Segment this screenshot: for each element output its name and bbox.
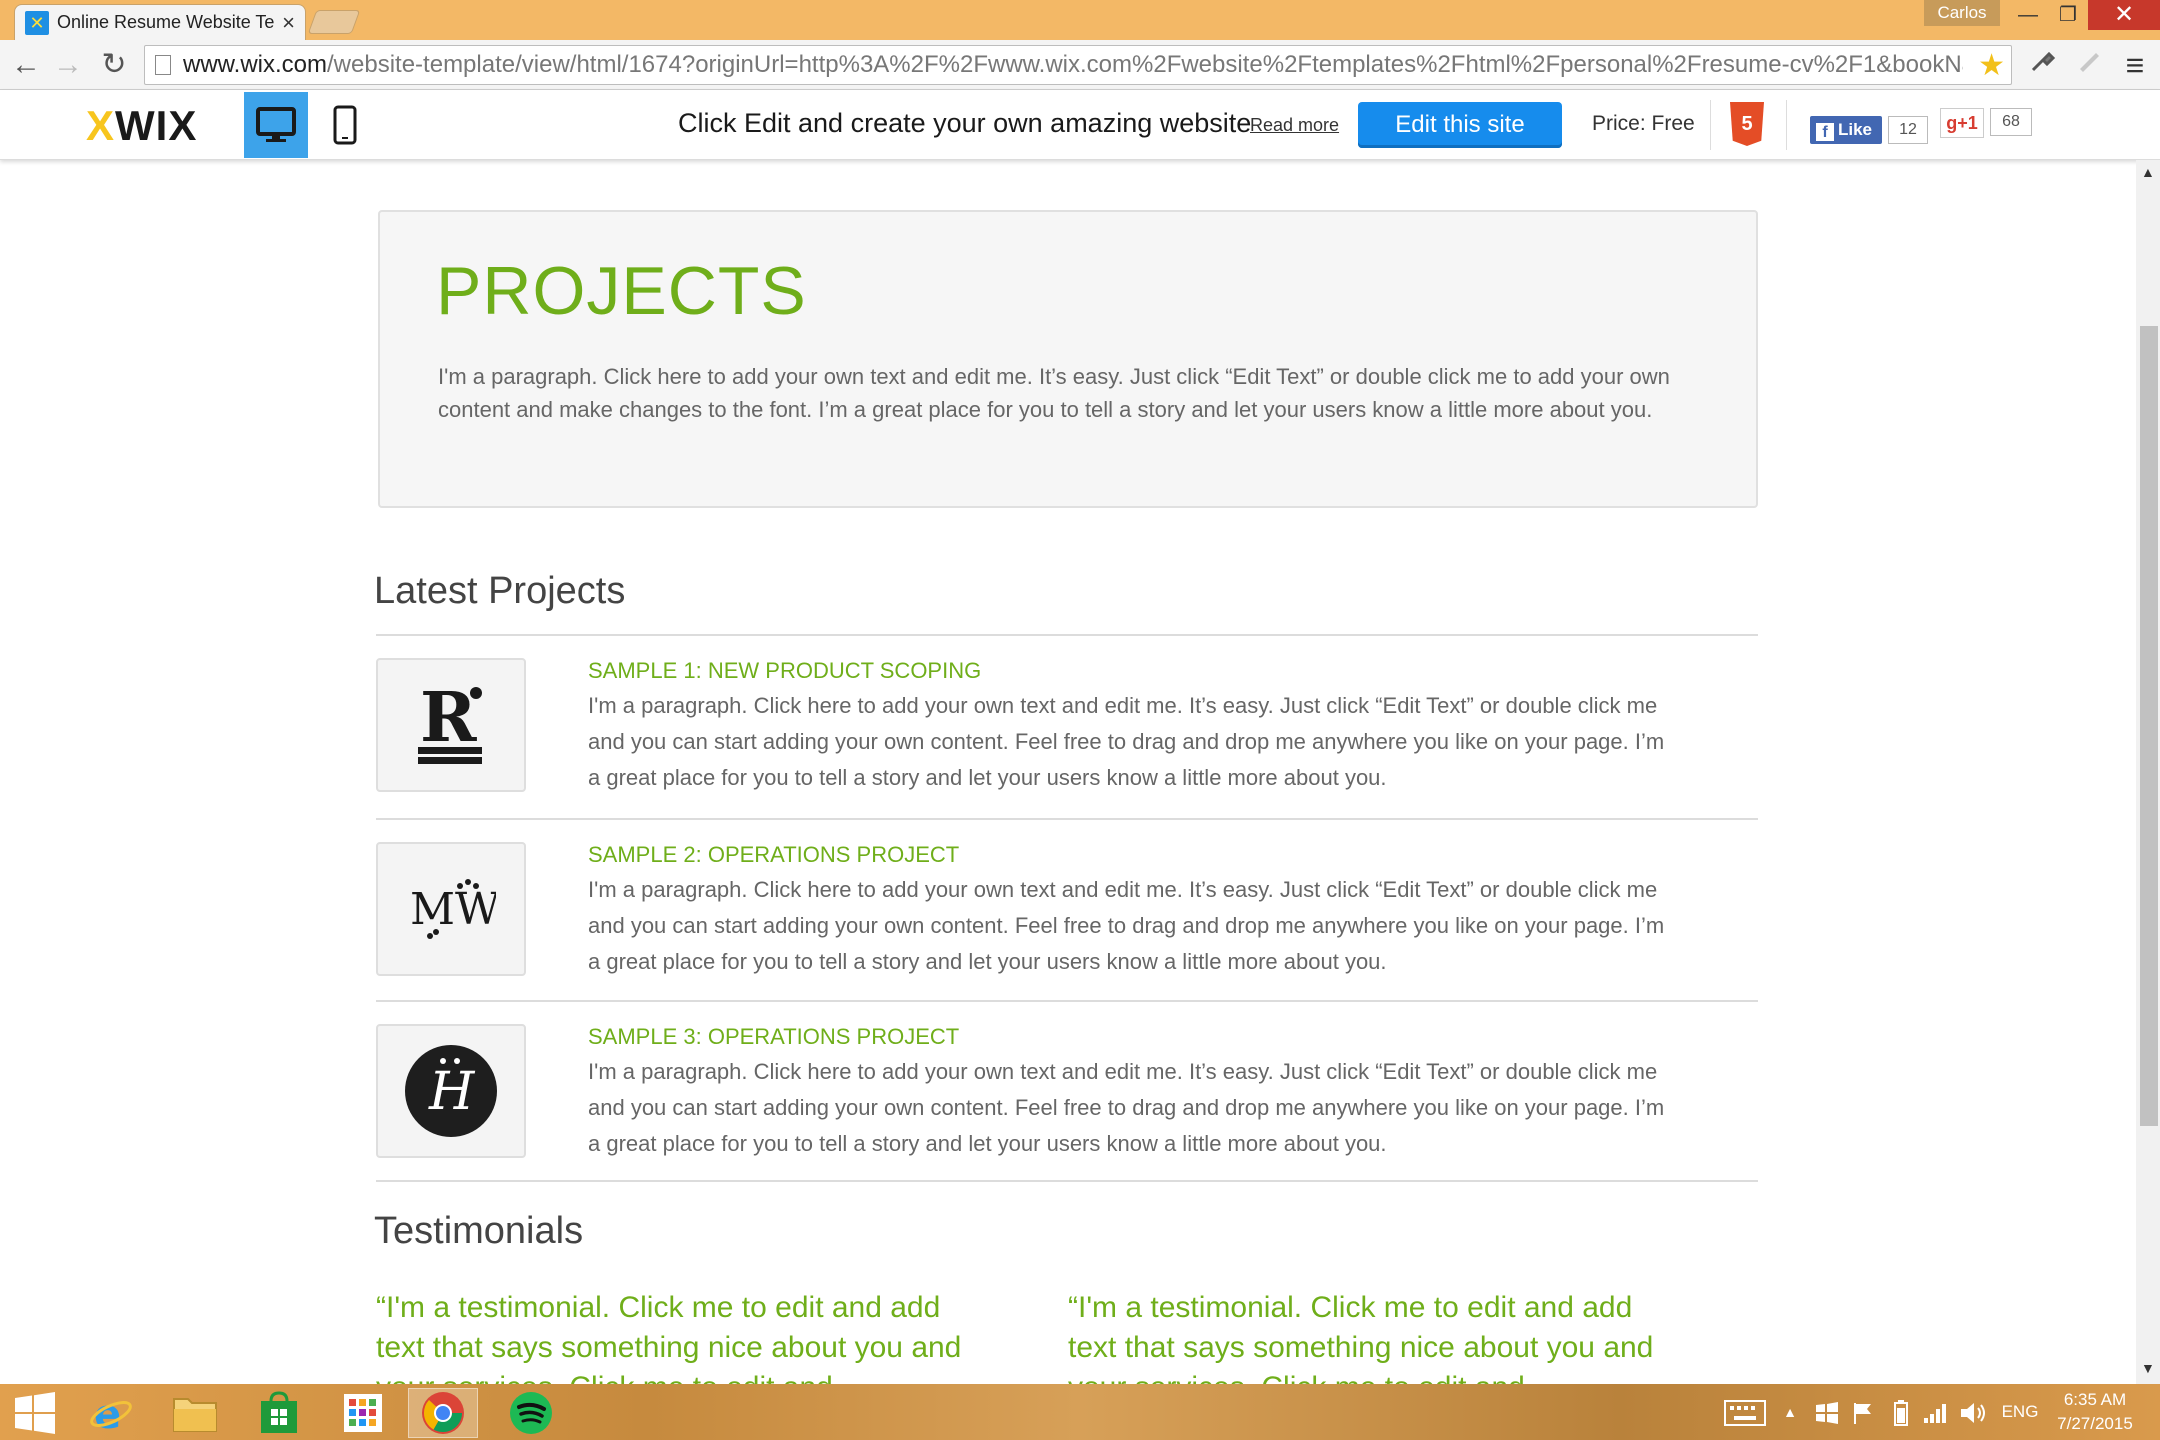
url-path: /website-template/view/html/1674?originU…	[327, 51, 1963, 78]
scroll-up-arrow-icon[interactable]: ▲	[2141, 164, 2155, 180]
project-title[interactable]: SAMPLE 2: OPERATIONS PROJECT	[588, 842, 959, 868]
google-plus-count: 68	[1990, 108, 2032, 136]
language-indicator[interactable]: ENG	[1998, 1384, 2042, 1440]
svg-text:MW: MW	[410, 884, 496, 935]
desktop-monitor-icon	[256, 107, 296, 142]
project-thumbnail[interactable]: MW	[376, 842, 526, 976]
taskbar-clock[interactable]: 6:35 AM 7/27/2015	[2040, 1388, 2150, 1436]
facebook-like-button[interactable]: f Like	[1810, 116, 1882, 144]
page-content: PROJECTS I'm a paragraph. Click here to …	[0, 160, 2136, 1384]
internet-explorer-icon[interactable]: e	[76, 1388, 146, 1438]
wix-preview-header: XWIX Click Edit and create your own amaz…	[0, 90, 2160, 160]
mobile-phone-icon	[333, 105, 357, 145]
spotify-icon[interactable]	[496, 1388, 566, 1438]
wix-logo[interactable]: XWIX	[86, 102, 197, 150]
start-icon[interactable]	[0, 1388, 70, 1438]
window-close-button[interactable]: ✕	[2088, 0, 2160, 30]
back-arrow-icon[interactable]: ←	[8, 48, 44, 82]
window-maximize-button[interactable]: ❐	[2044, 0, 2092, 30]
project-title[interactable]: SAMPLE 3: OPERATIONS PROJECT	[588, 1024, 959, 1050]
address-bar[interactable]: www.wix.com/website-template/view/html/1…	[144, 45, 2012, 85]
divider	[1786, 100, 1787, 150]
projects-heading[interactable]: PROJECTS	[436, 252, 807, 330]
facebook-like-count: 12	[1888, 116, 1928, 144]
promo-text: Click Edit and create your own amazing w…	[678, 108, 1252, 138]
projects-paragraph[interactable]: I'm a paragraph. Click here to add your …	[438, 360, 1698, 426]
read-more-link[interactable]: Read more	[1250, 115, 1339, 136]
testimonial-text[interactable]: “I'm a testimonial. Click me to edit and…	[376, 1288, 996, 1384]
project-description[interactable]: I'm a paragraph. Click here to add your …	[588, 688, 1668, 796]
project-description[interactable]: I'm a paragraph. Click here to add your …	[588, 872, 1668, 980]
project-description[interactable]: I'm a paragraph. Click here to add your …	[588, 1054, 1668, 1162]
file-explorer-icon[interactable]	[160, 1388, 230, 1438]
projects-header-box: PROJECTS I'm a paragraph. Click here to …	[378, 210, 1758, 508]
project-thumbnail[interactable]: H	[376, 1024, 526, 1158]
html5-badge-icon: 5	[1730, 102, 1764, 146]
url-text[interactable]: www.wix.com/website-template/view/html/1…	[183, 51, 1963, 79]
svg-text:R: R	[420, 683, 477, 758]
tab-title: Online Resume Website Te	[57, 12, 275, 32]
new-tab-button[interactable]	[307, 10, 361, 34]
testimonials-heading[interactable]: Testimonials	[374, 1210, 583, 1253]
mobile-view-button[interactable]	[318, 92, 372, 158]
mw-logo-icon: MW	[410, 879, 496, 939]
wix-favicon-icon: ✕	[25, 10, 49, 35]
url-host: www.wix.com	[183, 51, 328, 78]
reload-icon[interactable]: ↻	[96, 48, 132, 82]
action-center-flag-icon[interactable]	[1848, 1384, 1878, 1440]
price-label: Price: Free	[1592, 112, 1695, 135]
profile-user-badge[interactable]: Carlos	[1924, 0, 2000, 26]
desktop-view-button[interactable]	[244, 92, 308, 158]
page-icon	[155, 55, 171, 75]
edit-this-site-button[interactable]: Edit this site	[1358, 102, 1562, 148]
apps-grid-icon[interactable]	[328, 1388, 398, 1438]
eyedropper-extension-icon[interactable]	[2024, 46, 2062, 84]
clock-time: 6:35 AM	[2063, 1390, 2127, 1409]
tray-chevron-up-icon[interactable]: ▲	[1778, 1384, 1802, 1440]
google-plus-button[interactable]: g+1	[1940, 108, 1984, 138]
browser-tab-active[interactable]: ✕ Online Resume Website Te ×	[14, 4, 306, 40]
latest-projects-heading[interactable]: Latest Projects	[374, 570, 625, 613]
svg-text:H: H	[428, 1062, 476, 1122]
bookmark-star-icon[interactable]: ★	[1978, 48, 2005, 83]
battery-icon[interactable]	[1886, 1384, 1916, 1440]
windows-taskbar: e ▲ ENG 6:35 AM 7/27/2015	[0, 1384, 2160, 1440]
testimonial-text[interactable]: “I'm a testimonial. Click me to edit and…	[1068, 1288, 1688, 1384]
chrome-icon[interactable]	[408, 1388, 478, 1438]
h-logo-icon: H	[405, 1045, 497, 1137]
project-item: R SAMPLE 1: NEW PRODUCT SCOPING I'm a pa…	[376, 636, 1758, 820]
pen-extension-icon[interactable]	[2070, 46, 2108, 84]
project-item: H SAMPLE 3: OPERATIONS PROJECT I'm a par…	[376, 1002, 1758, 1186]
scrollbar-thumb[interactable]	[2140, 326, 2158, 1126]
project-title[interactable]: SAMPLE 1: NEW PRODUCT SCOPING	[588, 658, 981, 684]
scroll-down-arrow-icon[interactable]: ▼	[2141, 1360, 2155, 1376]
divider	[376, 1180, 1758, 1182]
r-logo-icon: R	[418, 683, 482, 764]
network-signal-icon[interactable]	[1920, 1384, 1950, 1440]
chrome-menu-icon[interactable]: ≡	[2116, 46, 2154, 84]
volume-icon[interactable]	[1956, 1384, 1990, 1440]
windows-flag-tray-icon[interactable]	[1810, 1384, 1844, 1440]
browser-title-bar: ✕ Online Resume Website Te × Carlos — ❐ …	[0, 0, 2160, 40]
windows-store-icon[interactable]	[244, 1388, 314, 1438]
keyboard-icon[interactable]	[1722, 1384, 1768, 1440]
forward-arrow-icon[interactable]: →	[50, 48, 86, 82]
clock-date: 7/27/2015	[2057, 1414, 2133, 1433]
project-thumbnail[interactable]: R	[376, 658, 526, 792]
tab-close-icon[interactable]: ×	[282, 10, 295, 36]
divider	[1710, 100, 1711, 150]
project-item: MW SAMPLE 2: OPERATIONS PROJECT I'm a pa…	[376, 820, 1758, 1004]
facebook-icon: f	[1816, 123, 1834, 141]
browser-toolbar: ← → ↻ www.wix.com/website-template/view/…	[0, 40, 2160, 90]
